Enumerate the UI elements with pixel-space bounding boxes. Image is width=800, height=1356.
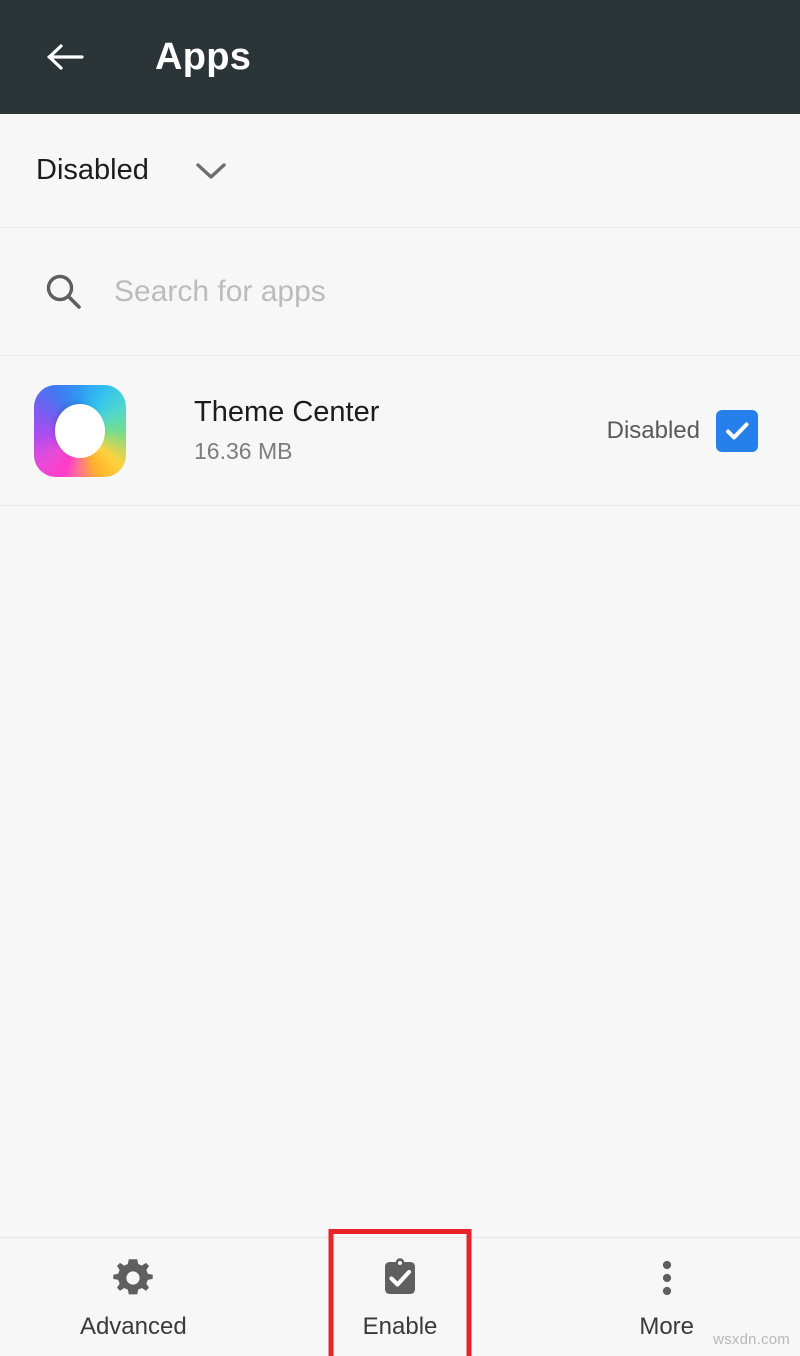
search-icon <box>40 268 88 316</box>
bottom-item-enable[interactable]: Enable <box>267 1238 534 1356</box>
search-input[interactable] <box>114 274 674 309</box>
check-icon <box>726 422 749 439</box>
app-info: Theme Center 16.36 MB <box>194 396 607 465</box>
watermark: wsxdn.com <box>713 1331 790 1348</box>
bottom-item-label: More <box>639 1313 695 1340</box>
status-filter-dropdown[interactable]: Disabled <box>0 114 800 228</box>
gear-icon <box>111 1255 155 1301</box>
clipboard-check-icon <box>377 1255 423 1301</box>
app-list: Theme Center 16.36 MB Disabled <box>0 356 800 1237</box>
chevron-down-icon <box>189 149 233 193</box>
bottom-item-label: Advanced <box>79 1313 187 1340</box>
status-badge: Disabled <box>606 416 700 444</box>
app-size: 16.36 MB <box>194 438 293 465</box>
table-row[interactable]: Theme Center 16.36 MB Disabled <box>0 356 800 506</box>
bottom-item-label: Enable <box>362 1313 438 1340</box>
app-name: Theme Center <box>194 396 380 429</box>
bottom-item-advanced[interactable]: Advanced <box>0 1238 267 1356</box>
bottom-action-bar: Advanced Enable More wsxdn.com <box>0 1237 800 1356</box>
page-title: Apps <box>155 36 252 78</box>
status-filter-label: Disabled <box>36 154 149 186</box>
app-bar: Apps <box>0 0 800 114</box>
apps-settings-screen: Apps Disabled Theme Center 16.36 MB <box>0 0 800 1356</box>
search-bar[interactable] <box>0 228 800 356</box>
more-vertical-icon <box>657 1255 677 1301</box>
back-button[interactable] <box>40 31 92 83</box>
app-icon-inner-circle <box>55 403 105 458</box>
app-select-checkbox[interactable] <box>716 409 758 452</box>
theme-center-app-icon <box>34 384 126 477</box>
arrow-left-icon <box>47 44 84 70</box>
